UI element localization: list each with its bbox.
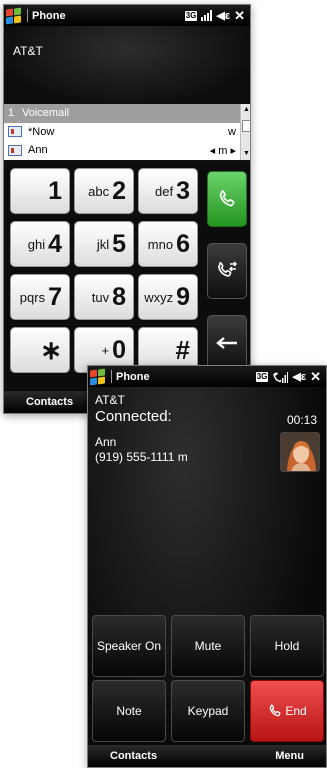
contact-card-icon: [8, 126, 22, 138]
key-9[interactable]: wxyz 9: [138, 274, 198, 320]
keypad-button[interactable]: Keypad: [171, 680, 245, 742]
end-call-button[interactable]: End: [250, 680, 324, 742]
network-3g-icon[interactable]: 3G: [255, 371, 269, 382]
list-name: *Now: [28, 125, 55, 138]
softkey-bar: Contacts Menu: [88, 745, 326, 767]
network-3g-icon[interactable]: 3G: [184, 10, 198, 21]
backspace-button[interactable]: [207, 315, 247, 371]
dialer-screen: Phone 3G ◀ε ✕ AT&T 1 Voicemail *Now w An…: [3, 4, 251, 414]
softkey-contacts[interactable]: Contacts: [26, 396, 73, 408]
smart-dial-list: 1 Voicemail *Now w Ann ◂ m ▸ ▲ ▼: [4, 104, 250, 160]
backspace-arrow-icon: [216, 337, 237, 349]
scroll-thumb[interactable]: [242, 120, 250, 132]
status-bar: Phone 3G ◀ε ✕: [88, 366, 326, 387]
phone-handset-icon: [269, 704, 281, 717]
volume-icon[interactable]: ◀ε: [292, 370, 306, 383]
speaker-button[interactable]: Speaker On: [92, 615, 166, 677]
number-type-selector[interactable]: ◂ m ▸: [202, 144, 236, 157]
key-3[interactable]: def 3: [138, 168, 198, 214]
key-1[interactable]: 1: [10, 168, 70, 214]
contact-card-icon: [8, 144, 22, 156]
key-6[interactable]: mno 6: [138, 221, 198, 267]
list-name: Voicemail: [22, 107, 70, 120]
caller-avatar: [280, 432, 320, 472]
note-button[interactable]: Note: [92, 680, 166, 742]
key-star[interactable]: ∗: [10, 327, 70, 373]
carrier-name: AT&T: [95, 393, 125, 407]
list-index: 1: [8, 107, 15, 120]
app-title: Phone: [116, 370, 150, 383]
caller-number: (919) 555-1111 m: [95, 450, 188, 464]
call-button[interactable]: [207, 171, 247, 227]
key-8[interactable]: tuv 8: [74, 274, 134, 320]
scroll-down-icon[interactable]: ▼: [241, 148, 250, 160]
close-icon[interactable]: ✕: [234, 8, 245, 24]
close-icon[interactable]: ✕: [310, 369, 321, 385]
in-call-screen: Phone 3G ◀ε ✕ AT&T Connected: 00:13 Ann …: [87, 365, 327, 768]
key-7[interactable]: pqrs 7: [10, 274, 70, 320]
title-separator: [111, 370, 112, 383]
key-5[interactable]: jkl 5: [74, 221, 134, 267]
keypad: 1 abc 2 def 3 ghi 4 jkl 5 mno 6 pqrs 7 tuv 8 wx…: [4, 163, 250, 393]
list-item[interactable]: *Now w: [4, 123, 250, 142]
signal-strength-icon[interactable]: [201, 10, 213, 21]
scroll-up-icon[interactable]: ▲: [241, 104, 250, 116]
softkey-menu[interactable]: Menu: [275, 750, 304, 762]
call-options-icon: [218, 261, 238, 277]
active-call-signal-icon[interactable]: [272, 371, 289, 383]
phone-handset-icon: [219, 190, 235, 207]
list-scrollbar[interactable]: ▲ ▼: [240, 104, 250, 160]
carrier-name: AT&T: [13, 44, 43, 58]
call-forwarding-button[interactable]: [207, 243, 247, 299]
key-4[interactable]: ghi 4: [10, 221, 70, 267]
list-name: Ann: [28, 144, 48, 157]
list-item[interactable]: Ann ◂ m ▸: [4, 141, 250, 160]
windows-start-icon[interactable]: [90, 368, 107, 385]
key-2[interactable]: abc 2: [74, 168, 134, 214]
number-type: w: [228, 125, 236, 138]
status-bar: Phone 3G ◀ε ✕: [4, 5, 250, 26]
app-title: Phone: [32, 9, 66, 22]
hold-button[interactable]: Hold: [250, 615, 324, 677]
call-timer: 00:13: [286, 413, 317, 427]
list-item[interactable]: 1 Voicemail: [4, 104, 250, 123]
title-separator: [27, 9, 28, 22]
caller-name: Ann: [95, 435, 117, 449]
softkey-contacts[interactable]: Contacts: [110, 750, 157, 762]
carrier-area: AT&T: [4, 26, 250, 104]
call-status: Connected:: [95, 408, 172, 425]
windows-start-icon[interactable]: [6, 7, 23, 24]
volume-icon[interactable]: ◀ε: [216, 9, 230, 22]
mute-button[interactable]: Mute: [171, 615, 245, 677]
caller-photo-icon: [281, 433, 319, 471]
